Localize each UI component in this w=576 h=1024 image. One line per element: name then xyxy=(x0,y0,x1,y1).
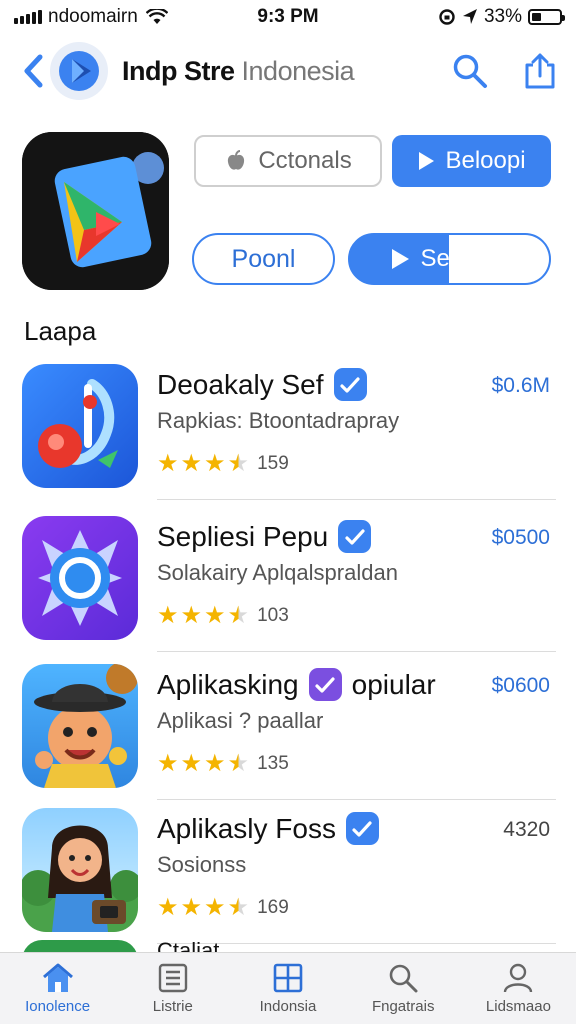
verified-badge-icon xyxy=(338,520,372,553)
star-icon: ★ xyxy=(180,450,203,477)
share-icon xyxy=(525,53,555,89)
home-icon xyxy=(42,963,73,992)
app-icon xyxy=(22,808,138,932)
signal-icon xyxy=(14,10,42,24)
price-button[interactable]: $0600 xyxy=(492,674,550,698)
search-icon xyxy=(389,964,418,993)
list-icon xyxy=(158,963,187,993)
tab-profile[interactable]: Lidsmaao xyxy=(461,953,576,1024)
play-button[interactable]: Beloopi xyxy=(392,135,551,187)
tab-search[interactable]: Fngatrais xyxy=(346,953,461,1024)
platform-filter-button[interactable]: Cctonals xyxy=(194,135,382,187)
app-name: Aplikasking opiular xyxy=(157,668,436,701)
location-icon xyxy=(462,9,477,24)
star-half-icon: ★ xyxy=(227,450,250,477)
price-button[interactable]: $0500 xyxy=(492,526,550,550)
share-button[interactable] xyxy=(520,51,560,91)
tab-label: Ionolence xyxy=(25,998,91,1015)
lock-rotation-icon xyxy=(439,9,455,25)
star-half-icon: ★ xyxy=(227,602,250,629)
star-icon: ★ xyxy=(204,894,226,921)
verified-badge-icon xyxy=(333,368,367,401)
play-icon xyxy=(392,249,410,269)
star-rating: ★ ★ ★ ★ 135 xyxy=(157,752,289,776)
featured-section: Cctonals Beloopi Poonl Seldoan xyxy=(22,132,554,292)
pool-button[interactable]: Poonl xyxy=(192,233,335,285)
back-button[interactable] xyxy=(16,46,50,96)
rating-count: 159 xyxy=(257,453,289,474)
tab-home[interactable]: Ionolence xyxy=(0,953,115,1024)
tab-label: Listrie xyxy=(152,998,193,1015)
app-description: Solakairy Aplqalspraldan xyxy=(157,560,398,585)
app-description: Rapkias: Btoontadrapray xyxy=(157,408,400,433)
star-icon: ★ xyxy=(157,602,179,629)
rating-count: 103 xyxy=(257,605,289,626)
star-icon: ★ xyxy=(180,750,203,777)
app-icon xyxy=(22,664,138,788)
wifi-icon xyxy=(145,9,168,24)
tab-list[interactable]: Listrie xyxy=(115,953,230,1024)
star-icon: ★ xyxy=(204,602,226,629)
verified-badge-icon xyxy=(308,668,342,701)
star-rating: ★ ★ ★ ★ 103 xyxy=(157,604,289,628)
play-icon xyxy=(419,152,435,170)
star-icon: ★ xyxy=(157,450,179,477)
app-description: Aplikasi ? paallar xyxy=(157,708,324,733)
star-icon: ★ xyxy=(157,750,179,777)
section-title: Laapa xyxy=(24,316,97,346)
person-icon xyxy=(504,963,533,993)
list-item[interactable]: Aplikasly Foss Sosionss ★ ★ ★ ★ 169 4320 xyxy=(0,804,576,944)
tab-label: Fngatrais xyxy=(371,998,435,1015)
status-bar: ndoomairn 9:3 PM 33% xyxy=(0,0,576,34)
apple-icon xyxy=(228,150,245,170)
store-logo xyxy=(50,42,108,100)
divider xyxy=(157,651,556,652)
app-name: Deoakaly Sef xyxy=(157,368,367,401)
nav-bar: Indp Stre Indonesia xyxy=(0,40,576,102)
grid-icon xyxy=(273,963,303,993)
tab-bar: Ionolence Listrie Indonsia Fngatrais Lid… xyxy=(0,952,576,1024)
price-button[interactable]: 4320 xyxy=(503,818,550,842)
star-icon: ★ xyxy=(204,750,226,777)
star-icon: ★ xyxy=(204,450,226,477)
divider xyxy=(157,499,556,500)
star-half-icon: ★ xyxy=(227,894,250,921)
chevron-left-icon xyxy=(24,54,43,88)
app-description: Sosionss xyxy=(157,852,247,877)
star-rating: ★ ★ ★ ★ 169 xyxy=(157,896,289,920)
price-button[interactable]: $0.6M xyxy=(492,374,550,398)
app-icon xyxy=(22,364,138,488)
app-name: Aplikasly Foss xyxy=(157,812,379,845)
tab-indonesia[interactable]: Indonsia xyxy=(230,953,345,1024)
battery-icon xyxy=(528,9,565,25)
battery-percent: 33% xyxy=(483,6,522,27)
rating-count: 169 xyxy=(257,897,289,918)
play-logo-icon xyxy=(59,51,99,91)
search-icon xyxy=(453,54,487,88)
star-icon: ★ xyxy=(180,894,203,921)
search-button[interactable] xyxy=(450,51,490,91)
list-item[interactable]: Aplikasking opiular Aplikasi ? paallar ★… xyxy=(0,660,576,800)
rating-count: 135 xyxy=(257,753,289,774)
featured-app-icon[interactable] xyxy=(22,132,169,290)
list-item[interactable]: Sepliesi Pepu Solakairy Aplqalspraldan ★… xyxy=(0,512,576,652)
carrier-name: ndoomairn xyxy=(48,6,138,27)
star-half-icon: ★ xyxy=(227,750,250,777)
list-item[interactable]: Deoakaly Sef Rapkias: Btoontadrapray ★ ★… xyxy=(0,360,576,500)
divider xyxy=(157,799,556,800)
star-icon: ★ xyxy=(157,894,179,921)
star-rating: ★ ★ ★ ★ 159 xyxy=(157,452,289,476)
app-name: Sepliesi Pepu xyxy=(157,520,372,553)
tab-label: Indonsia xyxy=(259,998,317,1015)
download-button[interactable]: Seldoan xyxy=(348,233,551,285)
app-icon xyxy=(22,516,138,640)
verified-badge-icon xyxy=(345,812,379,845)
page-title: Indp Stre Indonesia xyxy=(122,55,355,86)
tab-label: Lidsmaao xyxy=(485,998,551,1015)
star-icon: ★ xyxy=(180,602,203,629)
